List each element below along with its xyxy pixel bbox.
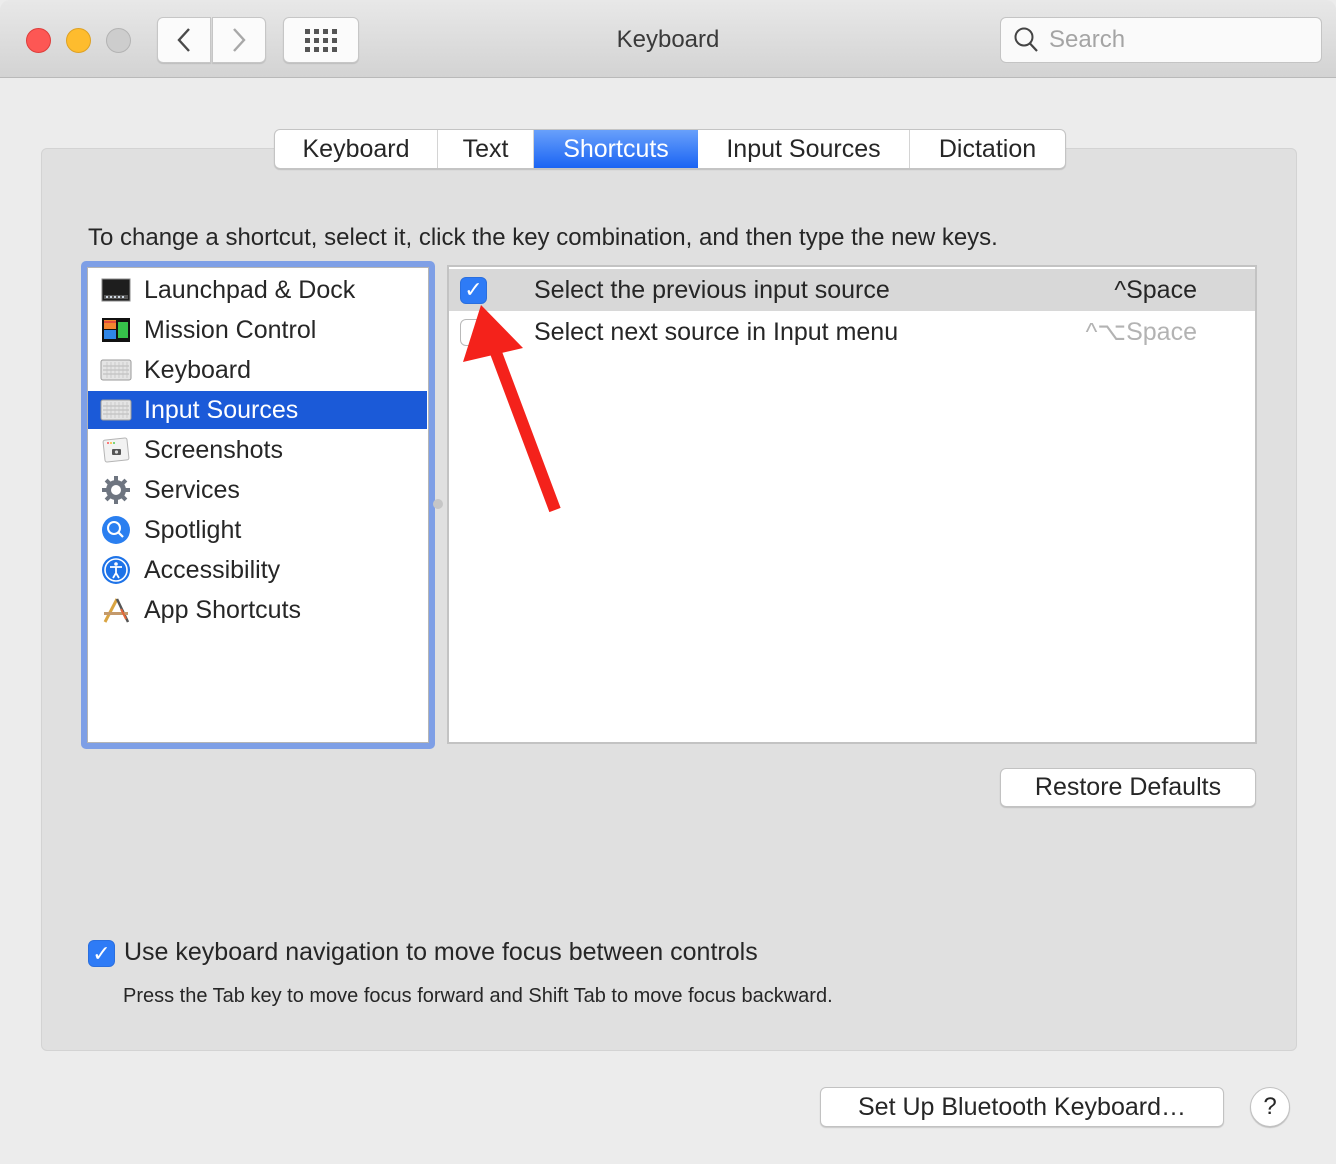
shortcut-category-list[interactable]: Launchpad & Dock Mission Control Keyboar… xyxy=(81,261,435,749)
category-services[interactable]: Services xyxy=(88,471,427,509)
setup-bluetooth-keyboard-button[interactable]: Set Up Bluetooth Keyboard… xyxy=(820,1087,1224,1127)
shortcut-row[interactable]: ✓ Select the previous input source ^Spac… xyxy=(449,269,1255,311)
keyboard-navigation-hint: Press the Tab key to move focus forward … xyxy=(123,985,833,1007)
shortcut-enabled-checkbox[interactable] xyxy=(460,318,487,346)
accessibility-icon xyxy=(100,554,132,586)
tab-text[interactable]: Text xyxy=(438,130,534,168)
app-shortcuts-icon xyxy=(100,594,132,626)
category-app-shortcuts[interactable]: App Shortcuts xyxy=(88,591,427,629)
keyboard-navigation-checkbox[interactable]: ✓ xyxy=(88,940,115,967)
split-view-handle[interactable] xyxy=(433,499,443,509)
category-label: Mission Control xyxy=(144,315,317,344)
screenshot-icon xyxy=(100,434,132,466)
category-launchpad-dock[interactable]: Launchpad & Dock xyxy=(88,271,427,309)
category-screenshots[interactable]: Screenshots xyxy=(88,431,427,469)
search-input[interactable] xyxy=(1049,26,1309,54)
tab-dictation[interactable]: Dictation xyxy=(910,130,1065,168)
tab-bar: Keyboard Text Shortcuts Input Sources Di… xyxy=(274,129,1066,169)
shortcut-label: Select next source in Input menu xyxy=(534,317,899,346)
keyboard-navigation-label[interactable]: Use keyboard navigation to move focus be… xyxy=(124,938,758,967)
shortcut-label: Select the previous input source xyxy=(534,275,890,304)
category-spotlight[interactable]: Spotlight xyxy=(88,511,427,549)
category-label: Launchpad & Dock xyxy=(144,275,356,304)
instruction-text: To change a shortcut, select it, click t… xyxy=(88,224,998,251)
category-label: Services xyxy=(144,475,240,504)
shortcut-row[interactable]: Select next source in Input menu ^⌥Space xyxy=(449,311,1255,353)
mission-control-icon xyxy=(100,314,132,346)
tab-shortcuts[interactable]: Shortcuts xyxy=(534,130,698,168)
shortcut-keys[interactable]: ^⌥Space xyxy=(1086,317,1197,347)
category-label: App Shortcuts xyxy=(144,595,302,624)
category-label: Accessibility xyxy=(144,555,281,584)
keyboard-icon xyxy=(100,354,132,386)
category-label: Keyboard xyxy=(144,355,252,384)
category-label: Spotlight xyxy=(144,515,242,544)
help-button[interactable]: ? xyxy=(1250,1087,1290,1127)
shortcut-enabled-checkbox[interactable]: ✓ xyxy=(460,276,487,304)
search-icon xyxy=(1014,27,1038,52)
shortcut-keys[interactable]: ^Space xyxy=(1114,276,1197,305)
launchpad-dock-icon xyxy=(100,274,132,306)
category-label: Screenshots xyxy=(144,435,283,464)
keyboard-preferences-window: Keyboard Keyboard Text Shortcuts Input S… xyxy=(0,0,1336,1164)
keyboard-icon xyxy=(100,394,132,426)
category-accessibility[interactable]: Accessibility xyxy=(88,551,427,589)
search-field[interactable] xyxy=(1000,17,1322,63)
spotlight-search-icon xyxy=(100,514,132,546)
category-mission-control[interactable]: Mission Control xyxy=(88,311,427,349)
title-bar: Keyboard xyxy=(0,0,1336,78)
shortcut-table[interactable]: ✓ Select the previous input source ^Spac… xyxy=(447,265,1257,744)
tab-input-sources[interactable]: Input Sources xyxy=(698,130,910,168)
category-keyboard[interactable]: Keyboard xyxy=(88,351,427,389)
category-label: Input Sources xyxy=(144,395,299,424)
tab-keyboard[interactable]: Keyboard xyxy=(275,130,438,168)
restore-defaults-button[interactable]: Restore Defaults xyxy=(1000,768,1256,807)
category-input-sources[interactable]: Input Sources xyxy=(88,391,427,429)
gear-icon xyxy=(100,474,132,506)
